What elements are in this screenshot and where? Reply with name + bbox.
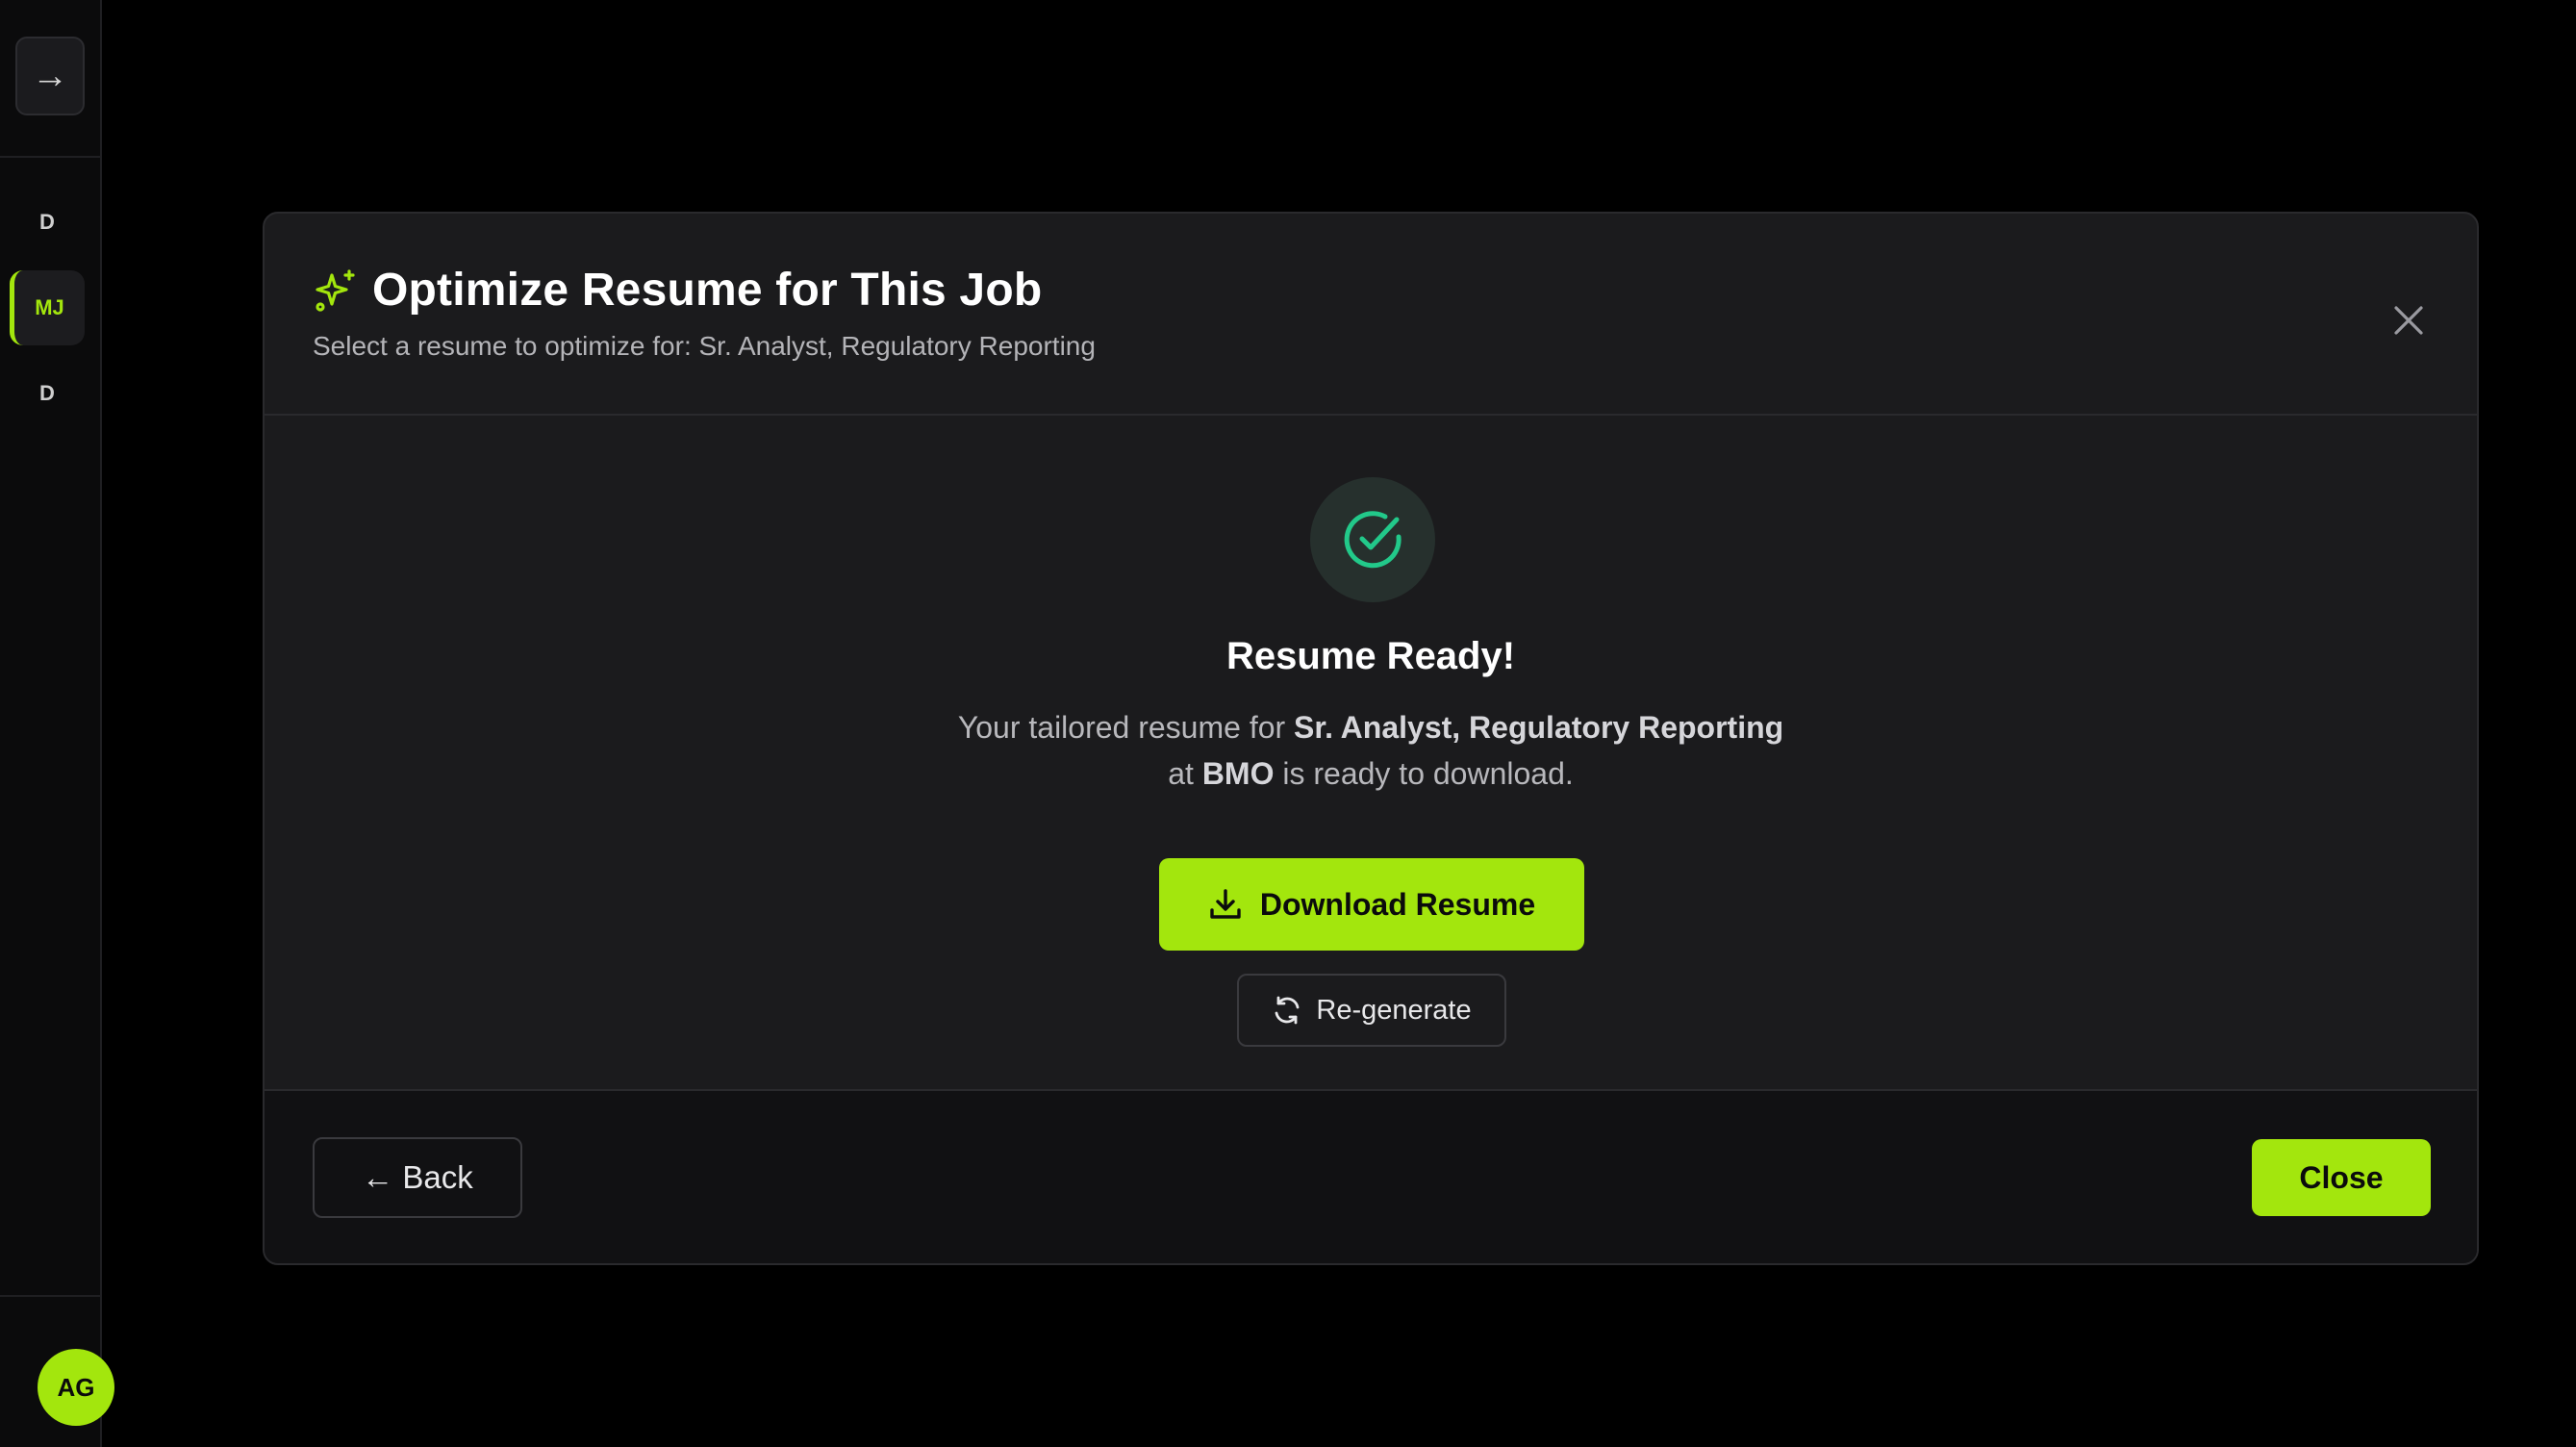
modal-title: Optimize Resume for This Job: [372, 265, 1043, 316]
optimize-resume-modal: Optimize Resume for This Job Select a re…: [263, 212, 2479, 1265]
sidebar: → D MJ D AG: [0, 0, 114, 1447]
close-button[interactable]: Close: [2252, 1139, 2431, 1216]
sidebar-item-label: D: [39, 210, 55, 234]
download-resume-label: Download Resume: [1259, 886, 1536, 922]
avatar-initials: AG: [57, 1372, 95, 1402]
back-button[interactable]: ← Back: [313, 1137, 522, 1218]
sidebar-item-d-2[interactable]: D: [10, 356, 85, 431]
arrow-right-icon: →: [32, 56, 68, 96]
avatar[interactable]: AG: [38, 1349, 114, 1426]
close-icon: [2394, 306, 2423, 335]
modal-footer: ← Back Close: [265, 1089, 2477, 1263]
success-badge: [1310, 477, 1435, 602]
sidebar-expand-button[interactable]: →: [15, 37, 85, 115]
modal-header: Optimize Resume for This Job Select a re…: [265, 214, 2477, 416]
close-label: Close: [2299, 1159, 2384, 1195]
regenerate-label: Re-generate: [1316, 994, 1472, 1026]
sidebar-divider: [0, 156, 100, 158]
close-icon-button[interactable]: [2387, 298, 2431, 343]
job-title: Sr. Analyst, Regulatory Reporting: [1294, 710, 1784, 745]
check-circle-icon: [1344, 511, 1402, 569]
desc-at: at: [1168, 756, 1194, 791]
status-description: Your tailored resume for Sr. Analyst, Re…: [265, 704, 2477, 797]
modal-title-row: Optimize Resume for This Job: [313, 264, 1042, 317]
download-resume-button[interactable]: Download Resume: [1159, 858, 1584, 951]
desc-suffix: is ready to download.: [1282, 756, 1574, 791]
sidebar-item-mj[interactable]: MJ: [10, 270, 85, 345]
sidebar-item-label: MJ: [35, 295, 64, 319]
refresh-icon: [1272, 995, 1302, 1026]
sidebar-item-label: D: [39, 381, 55, 405]
sidebar-item-d-1[interactable]: D: [10, 185, 85, 260]
regenerate-button[interactable]: Re-generate: [1237, 974, 1506, 1047]
sidebar-divider: [0, 1295, 100, 1297]
download-icon: [1208, 887, 1243, 922]
modal-subtitle: Select a resume to optimize for: Sr. Ana…: [313, 331, 1096, 361]
desc-prefix: Your tailored resume for: [957, 710, 1286, 745]
modal-body: Resume Ready! Your tailored resume for S…: [265, 416, 2477, 1089]
status-title: Resume Ready!: [1225, 635, 1516, 677]
company-name: BMO: [1201, 756, 1275, 791]
sparkles-icon: [313, 267, 359, 314]
back-label: ← Back: [362, 1159, 473, 1195]
